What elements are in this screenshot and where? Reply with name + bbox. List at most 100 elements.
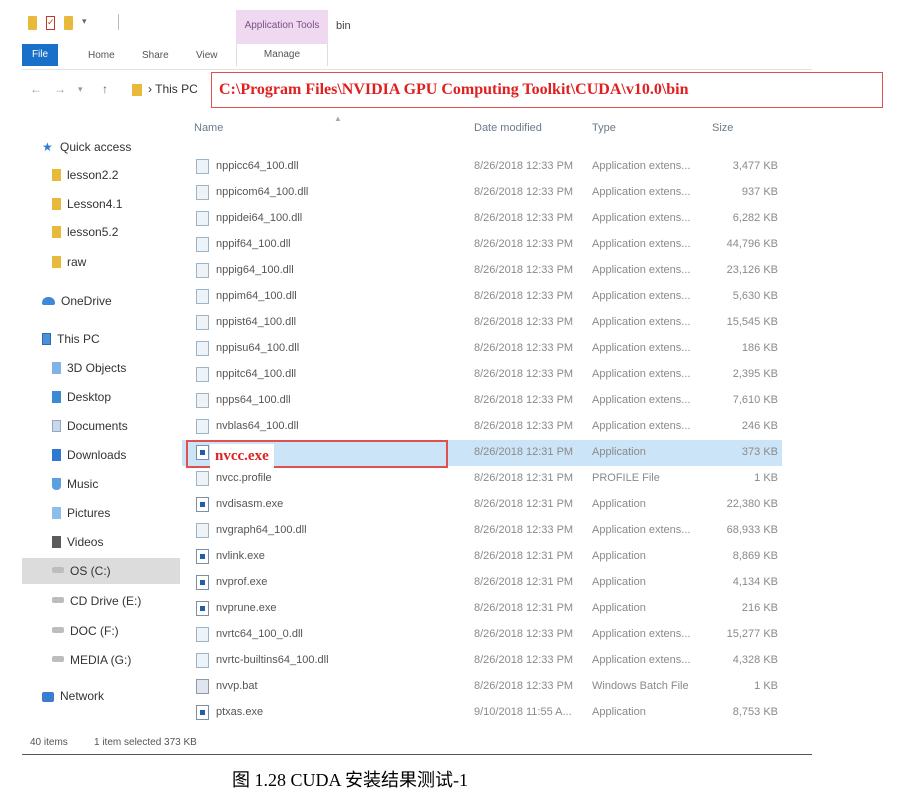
sidebar-item-os-c[interactable]: OS (C:): [52, 564, 111, 584]
file-row[interactable]: nppicc64_100.dll 8/26/2018 12:33 PM Applic…: [182, 154, 782, 180]
file-date-modified: 8/26/2018 12:33 PM: [474, 628, 574, 640]
up-arrow-icon[interactable]: ↑: [102, 82, 108, 96]
sidebar-item-label: lesson5.2: [67, 225, 119, 239]
new-folder-icon[interactable]: [64, 16, 73, 30]
file-date-modified: 8/26/2018 12:33 PM: [474, 212, 574, 224]
sidebar-item-desktop[interactable]: Desktop: [52, 390, 111, 410]
breadcrumb-this-pc[interactable]: This PC: [155, 82, 198, 96]
forward-arrow-icon[interactable]: →: [54, 82, 66, 96]
file-row[interactable]: nvprune.exe 8/26/2018 12:31 PM Application…: [182, 596, 782, 622]
file-row[interactable]: nppitc64_100.dll 8/26/2018 12:33 PM Applic…: [182, 362, 782, 388]
file-row[interactable]: ptxas.exe 9/10/2018 11:55 A... Application…: [182, 700, 782, 726]
file-row[interactable]: nppidei64_100.dll 8/26/2018 12:33 PM Appli…: [182, 206, 782, 232]
file-size: 937 KB: [741, 186, 778, 198]
file-row[interactable]: nvvp.bat 8/26/2018 12:33 PM Windows Batch …: [182, 674, 782, 700]
sidebar-item-lesson4-1[interactable]: Lesson4.1: [52, 197, 122, 217]
sidebar-item-label: Videos: [67, 535, 104, 549]
tab-file[interactable]: File: [22, 44, 58, 66]
file-type: Application extens...: [592, 290, 691, 302]
file-row[interactable]: nvrtc64_100_0.dll 8/26/2018 12:33 PM Appli…: [182, 622, 782, 648]
file-type: Application extens...: [592, 212, 691, 224]
file-row[interactable]: nvdisasm.exe 8/26/2018 12:31 PM Applicatio…: [182, 492, 782, 518]
column-header-type[interactable]: Type: [592, 122, 616, 134]
dll-icon: [196, 341, 209, 356]
sidebar-item-doc-f[interactable]: DOC (F:): [52, 624, 119, 644]
path-callout-text: C:\Program Files\NVIDIA GPU Computing To…: [219, 81, 689, 98]
figure-caption: 图 1.28 CUDA 安装结果测试-1: [231, 770, 468, 790]
file-row[interactable]: nvblas64_100.dll 8/26/2018 12:33 PM Applic…: [182, 414, 782, 440]
file-name: nvrtc-builtins64_100.dll: [216, 654, 329, 666]
exe-icon: [196, 497, 209, 512]
selected-file-callout-label: nvcc.exe: [210, 444, 274, 468]
sidebar-item-this-pc[interactable]: This PC: [42, 332, 100, 352]
file-date-modified: 8/26/2018 12:33 PM: [474, 186, 574, 198]
file-date-modified: 8/26/2018 12:33 PM: [474, 680, 574, 692]
column-header-date-modified[interactable]: Date modified: [474, 122, 542, 134]
sidebar-item-3d-objects[interactable]: 3D Objects: [52, 361, 126, 381]
file-row[interactable]: nvrtc-builtins64_100.dll 8/26/2018 12:33 …: [182, 648, 782, 674]
sidebar-item-raw[interactable]: raw: [52, 255, 86, 275]
file-name: ptxas.exe: [216, 706, 264, 718]
customize-quick-access-dropdown-icon[interactable]: ▾: [82, 16, 91, 30]
sidebar-item-media-g[interactable]: MEDIA (G:): [52, 653, 131, 673]
sidebar-item-network[interactable]: Network: [42, 689, 104, 709]
file-name: nvprof.exe: [216, 576, 268, 588]
sidebar-item-quick-access[interactable]: ★ Quick access: [42, 140, 131, 160]
sidebar-item-pictures[interactable]: Pictures: [52, 506, 110, 526]
file-row[interactable]: nppim64_100.dll 8/26/2018 12:33 PM Applica…: [182, 284, 782, 310]
tab-view[interactable]: View: [196, 50, 218, 61]
videos-icon: [52, 536, 61, 548]
sidebar-item-downloads[interactable]: Downloads: [52, 448, 126, 468]
file-row[interactable]: nppist64_100.dll 8/26/2018 12:33 PM Applic…: [182, 310, 782, 336]
file-type: Application extens...: [592, 654, 691, 666]
sidebar-item-documents[interactable]: Documents: [52, 419, 128, 439]
file-date-modified: 8/26/2018 12:31 PM: [474, 472, 574, 484]
column-header-size[interactable]: Size: [712, 122, 733, 134]
sidebar-item-label: Desktop: [67, 390, 112, 404]
file-name: nppif64_100.dll: [216, 238, 291, 250]
file-row[interactable]: nppicom64_100.dll 8/26/2018 12:33 PM Appli…: [182, 180, 782, 206]
toolbar-divider: [118, 14, 119, 30]
file-date-modified: 8/26/2018 12:33 PM: [474, 316, 574, 328]
dll-icon: [196, 315, 209, 330]
tab-manage[interactable]: Manage: [236, 44, 328, 66]
tab-share[interactable]: Share: [142, 50, 169, 61]
status-item-count: 40 items: [30, 737, 68, 748]
file-row[interactable]: nvcc.profile 8/26/2018 12:31 PM PROFILE Fi…: [182, 466, 782, 492]
status-selection: 1 item selected 373 KB: [94, 737, 197, 748]
file-size: 216 KB: [741, 602, 778, 614]
file-row[interactable]: nvprof.exe 8/26/2018 12:31 PM Application 4…: [182, 570, 782, 596]
file-row[interactable]: nvlink.exe 8/26/2018 12:31 PM Application 8…: [182, 544, 782, 570]
sidebar-item-label: Lesson4.1: [67, 197, 123, 211]
sidebar-item-label: DOC (F:): [70, 624, 119, 638]
file-size: 1 KB: [754, 680, 778, 692]
file-name: nppicc64_100.dll: [216, 160, 299, 172]
tab-home[interactable]: Home: [88, 50, 115, 61]
exe-icon: [196, 549, 209, 564]
file-date-modified: 8/26/2018 12:31 PM: [474, 498, 574, 510]
folder-icon[interactable]: [28, 16, 37, 30]
properties-check-icon[interactable]: ✓: [46, 16, 55, 30]
file-row[interactable]: nppif64_100.dll 8/26/2018 12:33 PM Applica…: [182, 232, 782, 258]
sidebar-item-videos[interactable]: Videos: [52, 535, 103, 555]
file-row[interactable]: nppig64_100.dll 8/26/2018 12:33 PM Applica…: [182, 258, 782, 284]
breadcrumb[interactable]: › This PC: [148, 82, 198, 96]
file-row[interactable]: nppisu64_100.dll 8/26/2018 12:33 PM Applic…: [182, 336, 782, 362]
sidebar-item-lesson5-2[interactable]: lesson5.2: [52, 225, 118, 245]
sidebar-item-music[interactable]: Music: [52, 477, 98, 497]
file-row[interactable]: npps64_100.dll 8/26/2018 12:33 PM Applicat…: [182, 388, 782, 414]
recent-locations-chevron-icon[interactable]: ▾: [78, 84, 83, 95]
file-type: Application extens...: [592, 628, 691, 640]
file-row[interactable]: nvgraph64_100.dll 8/26/2018 12:33 PM Appli…: [182, 518, 782, 544]
navigation-pane: ★ Quick access lesson2.2 Lesson4.1 lesson5.2…: [22, 108, 180, 718]
sidebar-item-cd-drive-e[interactable]: CD Drive (E:): [52, 594, 141, 614]
sidebar-item-lesson2-2[interactable]: lesson2.2: [52, 168, 118, 188]
application-tools-label: Application Tools: [244, 20, 320, 31]
file-row[interactable]: nvcc.exe 8/26/2018 12:31 PM Application 373…: [182, 440, 782, 468]
file-name: nppidei64_100.dll: [216, 212, 303, 224]
column-header-name[interactable]: Name: [194, 122, 223, 134]
sidebar-item-onedrive[interactable]: OneDrive: [42, 294, 112, 314]
file-date-modified: 8/26/2018 12:33 PM: [474, 368, 574, 380]
back-arrow-icon[interactable]: ←: [30, 82, 42, 96]
dll-icon: [196, 289, 209, 304]
